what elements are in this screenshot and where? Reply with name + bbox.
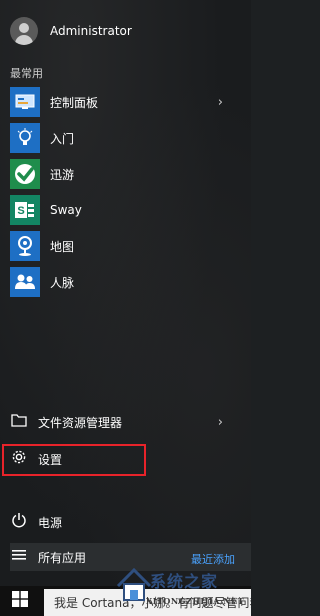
app-item-xunyou[interactable]: 迅游 <box>0 156 251 192</box>
watermark-text: 系统之家 <box>150 572 219 591</box>
chevron-right-icon[interactable]: › <box>218 415 223 430</box>
power-icon <box>10 512 28 532</box>
app-label: 入门 <box>50 131 75 146</box>
power-item[interactable]: 电源 <box>0 509 251 535</box>
start-button[interactable] <box>0 586 40 616</box>
app-item-maps[interactable]: 地图 <box>0 228 251 264</box>
folder-icon <box>10 413 28 431</box>
sway-icon: S <box>10 195 40 225</box>
maps-icon <box>10 231 40 261</box>
watermark-url: XITONGZHIJIA.NET <box>146 596 245 606</box>
control-panel-icon <box>10 87 40 117</box>
svg-text:S: S <box>17 205 24 217</box>
app-label: 地图 <box>50 239 75 254</box>
settings-highlight-box <box>2 444 146 476</box>
watermark-logo: 系统之家 XITONGZHIJIA.NET <box>116 562 251 616</box>
most-used-heading: 最常用 <box>10 67 43 80</box>
all-apps-label: 所有应用 <box>38 550 87 565</box>
start-menu: Administrator 最常用 控制面板 › 入门 迅游 S Sway 地图… <box>0 0 251 616</box>
app-label: Sway <box>50 203 82 217</box>
app-item-sway[interactable]: S Sway <box>0 192 251 228</box>
user-account-button[interactable]: Administrator <box>0 14 251 48</box>
app-item-get-started[interactable]: 入门 <box>0 120 251 156</box>
list-icon <box>10 549 28 565</box>
app-label: 迅游 <box>50 167 75 182</box>
most-used-list: 控制面板 › 入门 迅游 S Sway 地图 人脉 <box>0 84 251 300</box>
app-item-control-panel[interactable]: 控制面板 › <box>0 84 251 120</box>
file-explorer-item[interactable]: 文件资源管理器 › <box>0 409 251 435</box>
power-label: 电源 <box>38 515 63 530</box>
app-item-people[interactable]: 人脉 <box>0 264 251 300</box>
user-avatar-icon <box>10 17 38 45</box>
lightbulb-icon <box>10 123 40 153</box>
people-icon <box>10 267 40 297</box>
app-label: 人脉 <box>50 275 75 290</box>
user-name: Administrator <box>50 24 132 38</box>
windows-logo-icon <box>12 591 28 611</box>
file-explorer-label: 文件资源管理器 <box>38 415 123 430</box>
app-label: 控制面板 <box>50 95 99 110</box>
chevron-right-icon[interactable]: › <box>218 95 223 110</box>
xunyou-icon <box>10 159 40 189</box>
